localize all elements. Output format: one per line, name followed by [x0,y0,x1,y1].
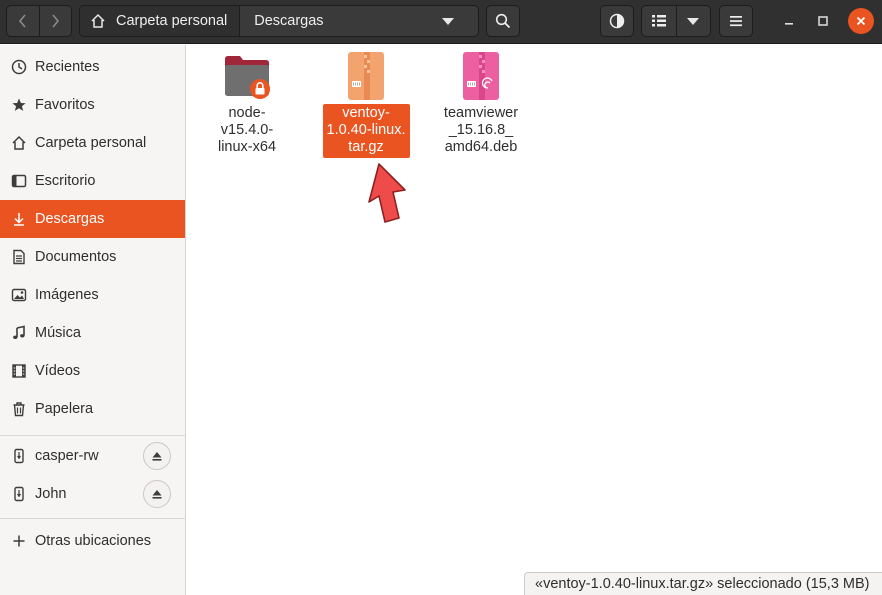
forward-button[interactable] [38,6,71,36]
plus-icon [10,532,28,550]
sidebar-item-label: Imágenes [35,287,99,303]
navigation-buttons [6,5,72,37]
star-icon [10,96,28,114]
archive-icon [348,52,384,100]
view-options-button[interactable] [600,5,634,37]
path-current-button[interactable]: Descargas [240,6,464,36]
sidebar-item-label: Papelera [35,401,94,417]
header-bar: Carpeta personal Descargas [0,0,882,44]
search-icon [495,13,511,29]
sidebar-item-label: Favoritos [35,97,95,113]
sidebar-item-label: Escritorio [35,173,96,189]
eject-button[interactable] [143,480,171,508]
sidebar-separator [0,435,185,436]
document-icon [10,248,28,266]
maximize-button[interactable] [810,8,836,34]
sidebar-item-recientes[interactable]: Recientes [0,48,185,86]
back-button[interactable] [7,6,39,36]
trash-icon [10,400,28,418]
chevron-down-icon [442,17,455,25]
search-button[interactable] [486,5,520,37]
file-item-node[interactable]: node- v15.4.0- linux-x64 [201,51,293,158]
sidebar-item-label: casper-rw [35,448,99,464]
hamburger-icon [730,16,742,27]
sidebar-item-favoritos[interactable]: Favoritos [0,86,185,124]
maximize-icon [818,16,828,26]
close-button[interactable] [848,8,874,34]
chevron-left-icon [18,14,26,28]
sidebar-item-label: Otras ubicaciones [35,533,152,549]
debian-package-icon [463,52,499,100]
sidebar-item-label: Carpeta personal [35,135,147,151]
sidebar-item-documentos[interactable]: Documentos [0,238,185,276]
sidebar-item-carpeta-personal[interactable]: Carpeta personal [0,124,185,162]
usb-drive-icon [10,485,28,503]
sidebar-item-label: Documentos [35,249,117,265]
file-name: ventoy- 1.0.40-linux. tar.gz [322,104,410,158]
chevron-down-icon [687,17,700,25]
path-home-label: Carpeta personal [116,13,228,29]
eject-icon [152,452,162,461]
desktop-icon [10,172,28,190]
close-icon [856,16,866,26]
file-name: teamviewer _15.16.8_ amd64.deb [443,105,519,155]
places-sidebar: Recientes Favoritos Carpeta personal Esc… [0,45,186,595]
file-view: node- v15.4.0- linux-x64 ventoy- 1.0.40-… [187,45,882,595]
home-icon [10,134,28,152]
sidebar-item-musica[interactable]: Música [0,314,185,352]
sidebar-item-label: Descargas [35,211,105,227]
path-home-button[interactable]: Carpeta personal [80,6,241,36]
contrast-icon [609,13,625,29]
sidebar-separator [0,518,185,519]
chevron-right-icon [52,14,60,28]
status-text: «ventoy-1.0.40-linux.tar.gz» seleccionad… [535,576,870,592]
video-icon [10,362,28,380]
path-current-label: Descargas [254,13,324,29]
view-mode-group [641,5,711,37]
minimize-button[interactable] [776,8,802,34]
hamburger-menu-button[interactable] [719,5,753,37]
usb-drive-icon [10,447,28,465]
annotation-arrow-icon [368,163,406,223]
image-icon [10,286,28,304]
file-item-ventoy[interactable]: ventoy- 1.0.40-linux. tar.gz [318,51,414,158]
clock-icon [10,58,28,76]
list-view-icon [651,15,666,27]
minimize-icon [785,23,793,25]
file-item-teamviewer[interactable]: teamviewer _15.16.8_ amd64.deb [435,51,527,158]
view-dropdown-button[interactable] [675,6,710,36]
sidebar-item-videos[interactable]: Vídeos [0,352,185,390]
path-bar: Carpeta personal Descargas [79,5,479,37]
file-name: node- v15.4.0- linux-x64 [217,105,277,155]
selection-status-bar: «ventoy-1.0.40-linux.tar.gz» seleccionad… [524,572,882,595]
home-icon [91,13,105,28]
sidebar-item-otras-ubicaciones[interactable]: Otras ubicaciones [0,522,185,560]
sidebar-item-imagenes[interactable]: Imágenes [0,276,185,314]
list-view-button[interactable] [642,6,676,36]
sidebar-item-label: Música [35,325,81,341]
sidebar-item-label: Recientes [35,59,100,75]
music-icon [10,324,28,342]
sidebar-item-descargas[interactable]: Descargas [0,200,185,238]
eject-icon [152,490,162,499]
sidebar-item-escritorio[interactable]: Escritorio [0,162,185,200]
eject-button[interactable] [143,442,171,470]
download-icon [10,210,28,228]
locked-folder-icon [225,56,270,99]
sidebar-item-label: Vídeos [35,363,81,379]
sidebar-item-papelera[interactable]: Papelera [0,390,185,428]
sidebar-item-label: John [35,486,67,502]
